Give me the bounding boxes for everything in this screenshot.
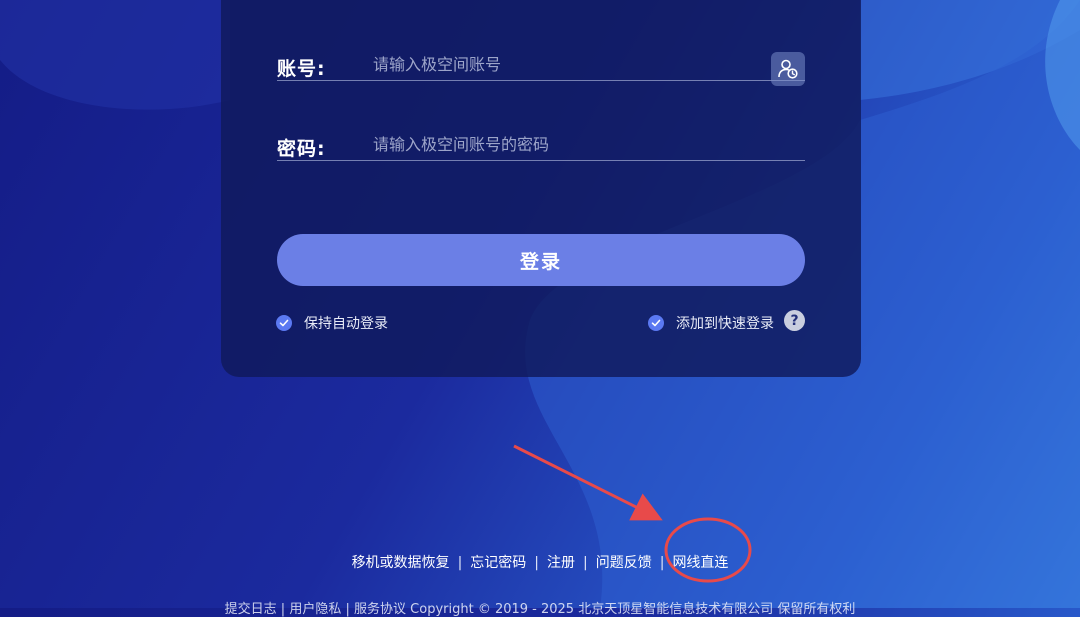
user-clock-icon: [778, 59, 798, 79]
check-icon: [279, 319, 289, 327]
link-separator: |: [457, 555, 463, 571]
auto-login-label: 保持自动登录: [304, 316, 388, 332]
link-separator: |: [659, 555, 665, 571]
bottom-links: 移机或数据恢复 | 忘记密码 | 注册 | 问题反馈 | 网线直连: [0, 552, 1080, 572]
login-card: 账号: 密码: 登录 保持自动登录 添加到快速登录: [221, 0, 861, 377]
quick-login-option[interactable]: 添加到快速登录: [648, 313, 774, 333]
footer-submit-log[interactable]: 提交日志: [225, 602, 277, 617]
password-label: 密码:: [277, 138, 326, 160]
password-field: 密码:: [277, 90, 805, 161]
link-migrate-recover[interactable]: 移机或数据恢复: [352, 555, 450, 571]
footer-terms[interactable]: 服务协议: [354, 602, 406, 617]
question-icon[interactable]: ?: [784, 310, 805, 331]
footer-divider: |: [280, 602, 286, 617]
password-input[interactable]: [371, 134, 755, 155]
quick-login-label: 添加到快速登录: [676, 316, 774, 332]
link-feedback[interactable]: 问题反馈: [596, 555, 652, 571]
link-register[interactable]: 注册: [547, 555, 575, 571]
link-direct-connect[interactable]: 网线直连: [672, 555, 728, 571]
check-icon: [651, 319, 661, 327]
account-label: 账号:: [277, 58, 326, 80]
link-forgot-password[interactable]: 忘记密码: [470, 555, 526, 571]
footer-privacy[interactable]: 用户隐私: [289, 602, 341, 617]
auto-login-option[interactable]: 保持自动登录: [276, 313, 388, 333]
footer-copyright: Copyright © 2019 - 2025 北京天顶星智能信息技术有限公司 …: [410, 602, 856, 617]
account-input[interactable]: [371, 54, 755, 75]
quick-login-checkbox[interactable]: [648, 315, 664, 331]
footer-divider: |: [345, 602, 350, 617]
account-field: 账号:: [277, 10, 805, 86]
link-separator: |: [534, 555, 539, 571]
link-separator: |: [583, 555, 588, 571]
user-history-button[interactable]: [771, 52, 805, 86]
auto-login-checkbox[interactable]: [276, 315, 292, 331]
login-button[interactable]: 登录: [277, 234, 805, 286]
